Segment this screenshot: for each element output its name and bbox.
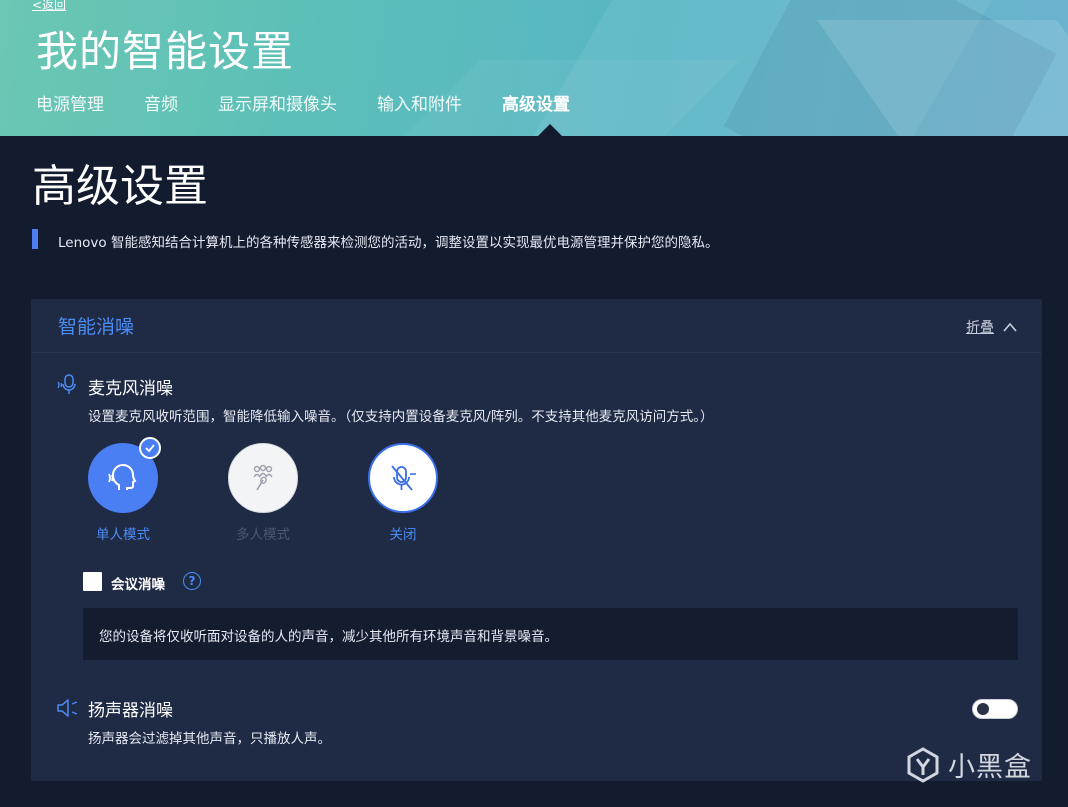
card-header: 智能消噪 折叠 [31, 299, 1042, 353]
mic-noise-title: 麦克风消噪 [88, 379, 173, 399]
tab-bar: 电源管理 音频 显示屏和摄像头 输入和附件 高级设置 [36, 90, 610, 116]
mic-noise-description: 设置麦克风收听范围，智能降低输入噪音。（仅支持内置设备麦克风/阵列。不支持其他麦… [88, 409, 714, 425]
mode-single-person[interactable]: 单人模式 [78, 437, 168, 543]
section-title: 智能消噪 [58, 316, 135, 338]
mode-off-circle [368, 443, 438, 513]
intro-accent-bar [32, 229, 38, 249]
xiaoheihe-logo-icon [907, 746, 939, 783]
speaker-noise-description: 扬声器会过滤掉其他声音，只播放人声。 [88, 731, 331, 747]
app-title: 我的智能设置 [36, 27, 295, 76]
meeting-noise-checkbox[interactable] [83, 572, 102, 591]
chevron-up-icon [1003, 322, 1017, 332]
tab-audio[interactable]: 音频 [144, 90, 178, 116]
tab-input-accessories[interactable]: 输入和附件 [377, 90, 462, 116]
mode-off-label: 关闭 [389, 527, 417, 543]
mode-info-text: 您的设备将仅收听面对设备的人的声音，减少其他所有环境声音和背景噪音。 [99, 629, 558, 645]
intro-text: Lenovo 智能感知结合计算机上的各种传感器来检测您的活动，调整设置以实现最优… [58, 235, 719, 251]
mode-multi-person[interactable]: 多人模式 [218, 443, 308, 543]
speaker-noise-toggle[interactable] [972, 699, 1018, 719]
mode-multi-label: 多人模式 [236, 527, 290, 543]
back-link[interactable]: <返回 [32, 0, 66, 13]
collapse-label: 折叠 [966, 320, 994, 336]
watermark: 小黑盒 [906, 745, 1032, 784]
help-icon[interactable]: ? [183, 572, 201, 590]
header-banner: <返回 我的智能设置 电源管理 音频 显示屏和摄像头 输入和附件 高级设置 [0, 0, 1068, 136]
mode-multi-circle [228, 443, 298, 513]
tab-display-camera[interactable]: 显示屏和摄像头 [218, 90, 337, 116]
mode-off[interactable]: 关闭 [358, 443, 448, 543]
mode-single-label: 单人模式 [96, 527, 150, 543]
tab-power-management[interactable]: 电源管理 [36, 90, 104, 116]
tab-advanced-settings[interactable]: 高级设置 [502, 90, 570, 116]
mode-info-box: 您的设备将仅收听面对设备的人的声音，减少其他所有环境声音和背景噪音。 [83, 608, 1018, 660]
page-title: 高级设置 [32, 161, 208, 212]
group-microphone-icon [253, 464, 273, 491]
speaker-icon [57, 699, 78, 717]
microphone-off-icon [391, 465, 416, 491]
meeting-noise-label: 会议消噪 [111, 577, 165, 593]
single-person-voice-icon [108, 464, 137, 490]
active-tab-pointer [538, 124, 562, 136]
speaker-noise-title: 扬声器消噪 [88, 701, 173, 721]
selected-check-icon [139, 437, 161, 459]
watermark-text: 小黑盒 [948, 752, 1032, 783]
noise-cancellation-card: 智能消噪 折叠 麦克风消噪 设置麦克风收听范围，智能降低输入噪音。（仅支持内置设… [31, 299, 1042, 781]
mode-single-circle [88, 437, 161, 513]
microphone-wave-icon [57, 374, 76, 394]
toggle-knob [977, 703, 989, 715]
collapse-button[interactable]: 折叠 [966, 317, 1018, 337]
